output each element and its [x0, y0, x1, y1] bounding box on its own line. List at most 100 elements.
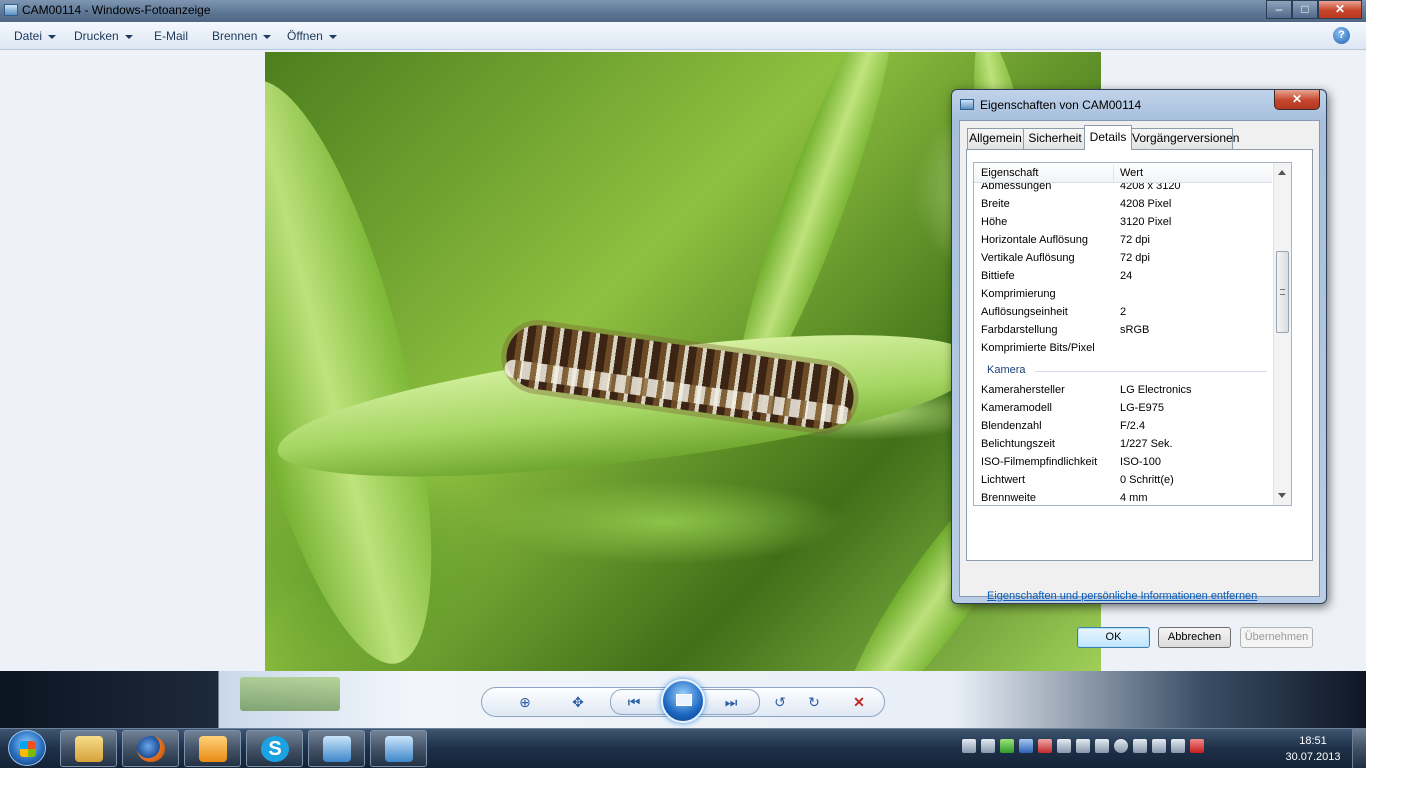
property-value: 4 mm [1120, 492, 1148, 504]
menu-oeffnen[interactable]: Öffnen [287, 29, 337, 43]
tab-allgemein[interactable]: Allgemein [967, 128, 1024, 149]
delete-icon[interactable]: ✕ [847, 692, 871, 712]
scroll-up-icon[interactable] [1278, 170, 1286, 175]
property-name: Bittiefe [981, 270, 1015, 282]
property-row[interactable]: Belichtungszeit 1/227 Sek. [974, 435, 1272, 453]
tray-icon[interactable] [1114, 739, 1128, 753]
menu-drucken-label: Drucken [74, 29, 119, 43]
menu-drucken[interactable]: Drucken [74, 29, 133, 43]
tab-vorgaengerversionen[interactable]: Vorgängerversionen [1131, 128, 1239, 149]
property-name: Breite [981, 198, 1010, 210]
property-row[interactable]: Kameramodell LG-E975 [974, 399, 1272, 417]
property-row[interactable]: Bittiefe 24 [974, 267, 1272, 285]
menu-datei[interactable]: Datei [14, 29, 57, 43]
property-name: Lichtwert [981, 474, 1026, 486]
taskbar-skype[interactable]: S [246, 730, 303, 767]
skype-icon: S [261, 736, 289, 762]
close-button[interactable]: ✕ [1318, 0, 1362, 19]
window-title: CAM00114 - Windows-Fotoanzeige [22, 3, 211, 17]
battery-icon[interactable] [1171, 739, 1185, 753]
tray-icon[interactable] [1057, 739, 1071, 753]
windows-logo-icon [20, 741, 36, 757]
property-row[interactable]: Auflösungseinheit 2 [974, 303, 1272, 321]
property-row[interactable]: Höhe 3120 Pixel [974, 213, 1272, 231]
tray-icon[interactable] [1076, 739, 1090, 753]
start-button[interactable] [8, 730, 46, 766]
property-row[interactable]: Komprimierung [974, 285, 1272, 303]
rotate-right-icon[interactable]: ↻ [802, 692, 826, 712]
apply-button[interactable]: Übernehmen [1240, 627, 1313, 648]
taskbar-photo-viewer-1[interactable] [308, 730, 365, 767]
property-row[interactable]: Horizontale Auflösung 72 dpi [974, 231, 1272, 249]
window-controls: – □ ✕ [1266, 0, 1362, 19]
property-row[interactable]: Vertikale Auflösung 72 dpi [974, 249, 1272, 267]
tray-icon[interactable] [1000, 739, 1014, 753]
rotate-left-icon[interactable]: ↺ [768, 692, 792, 712]
property-row[interactable]: Blendenzahl F/2.4 [974, 417, 1272, 435]
property-name: Komprimierte Bits/Pixel [981, 342, 1095, 354]
window-titlebar[interactable]: CAM00114 - Windows-Fotoanzeige – □ ✕ [0, 0, 1366, 22]
tab-sicherheit[interactable]: Sicherheit [1023, 128, 1087, 149]
property-row[interactable]: Komprimierte Bits/Pixel [974, 339, 1272, 357]
slideshow-button[interactable] [661, 679, 705, 723]
group-divider [1035, 371, 1267, 372]
property-group-header[interactable]: Kamera [987, 361, 1267, 379]
desktop-screen: CAM00114 - Windows-Fotoanzeige – □ ✕ Dat… [0, 0, 1366, 768]
property-name: Belichtungszeit [981, 438, 1055, 450]
fit-window-icon[interactable]: ✥ [566, 692, 590, 712]
slideshow-icon [676, 694, 692, 706]
dialog-close-button[interactable]: ✕ [1274, 90, 1320, 110]
ok-button[interactable]: OK [1077, 627, 1150, 648]
taskbar-explorer[interactable] [60, 730, 117, 767]
property-row[interactable]: Kamerahersteller LG Electronics [974, 381, 1272, 399]
menu-brennen[interactable]: Brennen [212, 29, 272, 43]
property-row[interactable]: Lichtwert 0 Schritt(e) [974, 471, 1272, 489]
next-icon[interactable]: ⏭ [719, 692, 743, 712]
cancel-button[interactable]: Abbrechen [1158, 627, 1231, 648]
column-eigenschaft[interactable]: Eigenschaft [981, 167, 1038, 179]
scroll-down-icon[interactable] [1278, 493, 1286, 498]
property-row[interactable]: ISO-Filmempfindlichkeit ISO-100 [974, 453, 1272, 471]
tray-icon[interactable] [962, 739, 976, 753]
zoom-icon[interactable]: ⊕ [508, 692, 542, 712]
taskbar-media-player[interactable] [184, 730, 241, 767]
menu-email[interactable]: E-Mail [154, 29, 188, 43]
property-name: Brennweite [981, 492, 1037, 504]
menu-email-label: E-Mail [154, 29, 189, 43]
volume-icon[interactable] [1152, 739, 1166, 753]
taskbar-photo-viewer-2[interactable] [370, 730, 427, 767]
antivirus-icon[interactable] [1190, 739, 1204, 753]
property-row[interactable]: Brennweite 4 mm [974, 489, 1272, 505]
remove-properties-link[interactable]: Eigenschaften und persönliche Informatio… [987, 590, 1257, 602]
help-icon[interactable]: ? [1333, 27, 1350, 44]
property-row[interactable]: Breite 4208 Pixel [974, 195, 1272, 213]
tab-details[interactable]: Details [1084, 125, 1132, 150]
property-value: 1/227 Sek. [1120, 438, 1173, 450]
vertical-scrollbar[interactable] [1273, 163, 1291, 505]
folder-icon [75, 736, 103, 762]
previous-icon[interactable]: ⏮ [622, 692, 646, 712]
taskbar-clock[interactable]: 18:51 30.07.2013 [1280, 733, 1346, 765]
flag-icon[interactable] [1095, 739, 1109, 753]
show-desktop-button[interactable] [1352, 729, 1366, 768]
menu-brennen-label: Brennen [212, 29, 258, 43]
property-value: 4208 Pixel [1120, 198, 1172, 210]
property-value: LG-E975 [1120, 402, 1165, 414]
chevron-down-icon [48, 34, 57, 39]
column-wert[interactable]: Wert [1120, 167, 1143, 179]
property-value: ISO-100 [1120, 456, 1161, 468]
signal-icon[interactable] [1133, 739, 1147, 753]
taskbar-firefox[interactable] [122, 730, 179, 767]
tray-icon[interactable] [981, 739, 995, 753]
tray-icon[interactable] [1038, 739, 1052, 753]
property-name: Kameramodell [981, 402, 1052, 414]
minimize-button[interactable]: – [1266, 0, 1292, 19]
scroll-thumb[interactable] [1276, 251, 1289, 333]
property-value: 0 Schritt(e) [1120, 474, 1174, 486]
property-list[interactable]: Abmessungen 4208 x 3120 Breite 4208 Pixel Hö… [973, 162, 1292, 506]
maximize-button[interactable]: □ [1292, 0, 1318, 19]
property-row[interactable]: Farbdarstellung sRGB [974, 321, 1272, 339]
menu-datei-label: Datei [14, 29, 43, 43]
property-value: 72 dpi [1120, 234, 1150, 246]
tray-icon[interactable] [1019, 739, 1033, 753]
